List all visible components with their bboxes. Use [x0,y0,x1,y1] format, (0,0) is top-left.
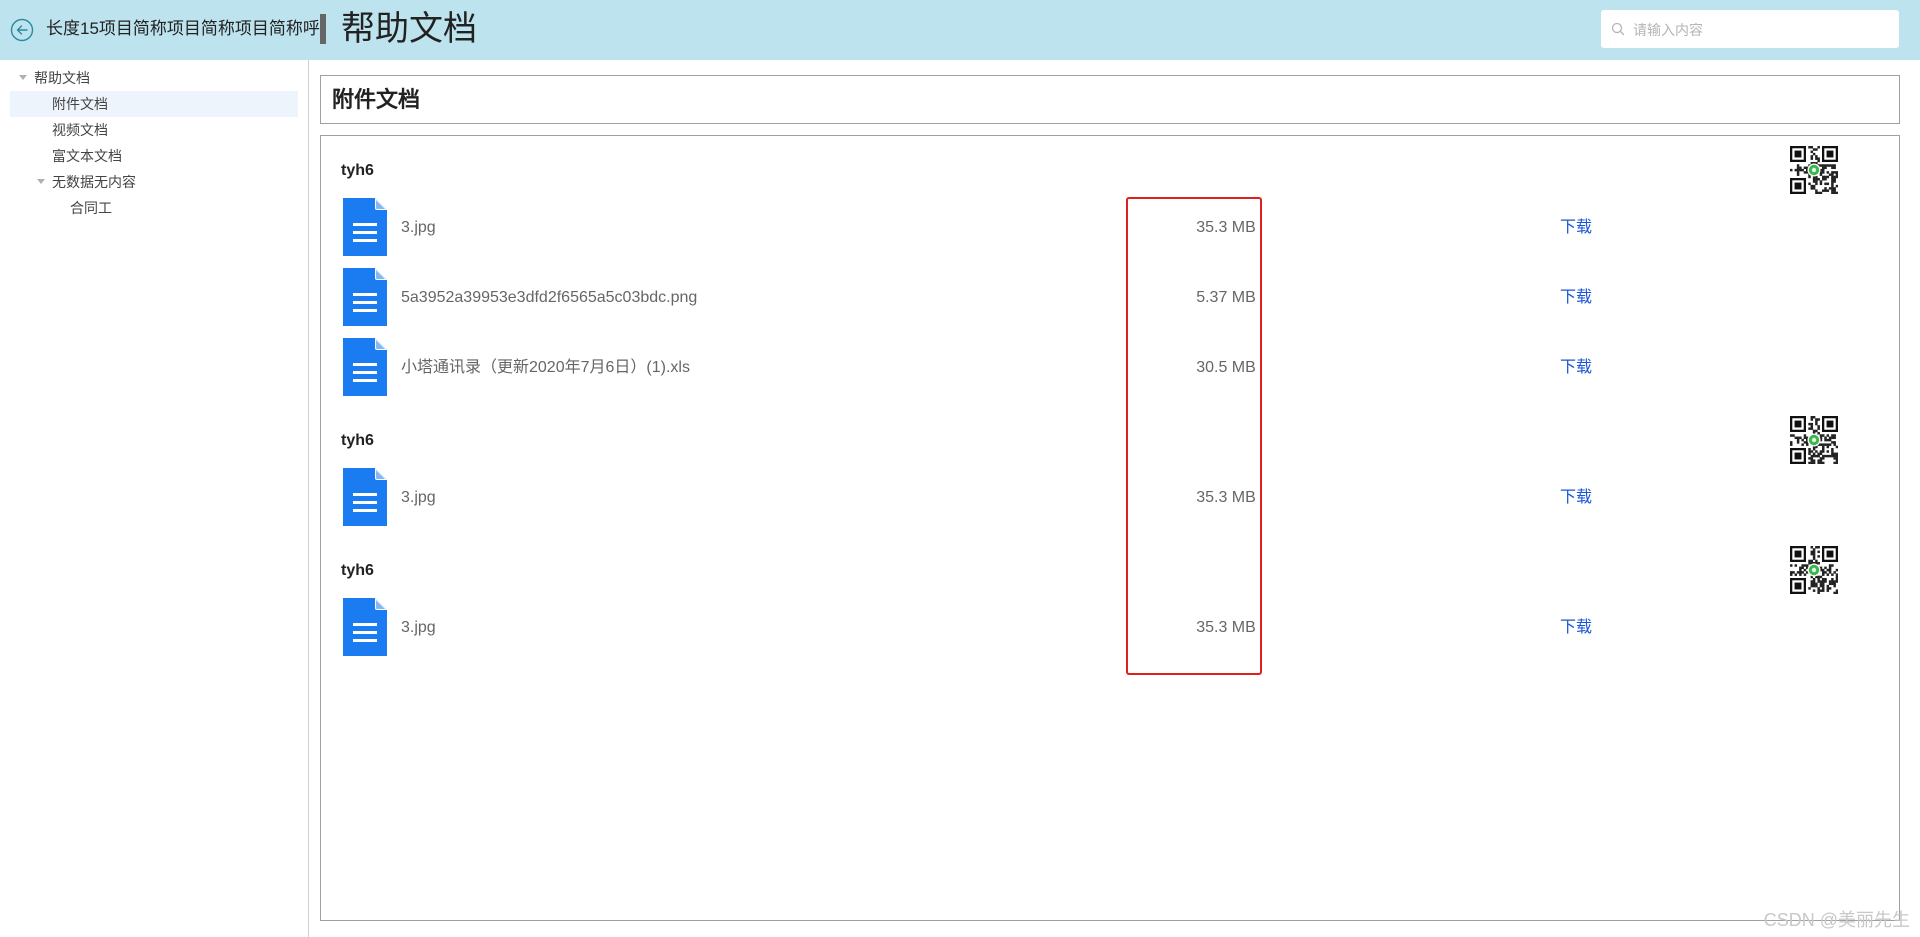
download-link[interactable]: 下载 [1560,218,1592,238]
file-name: 5a3952a39953e3dfd2f6565a5c03bdc.png [401,289,698,306]
tree-node-no-data[interactable]: 无数据无内容 [10,169,298,195]
watermark: CSDN @美丽先生 [1763,910,1910,930]
tree-node-attachments[interactable]: 附件文档 [10,91,298,117]
top-header: 长度15项目简称项目简称项目简称呼 帮助文档 [0,0,1920,60]
page-title: 帮助文档 [341,10,477,48]
document-icon [343,268,387,326]
qr-code-icon[interactable] [1790,546,1839,595]
tree-node-label: 无数据无内容 [52,174,136,190]
download-link[interactable]: 下载 [1560,288,1592,308]
search-input[interactable] [1631,10,1895,50]
group-title: tyh6 [341,162,374,179]
tree-node-label: 附件文档 [52,96,108,112]
project-name: 长度15项目简称项目简称项目简称呼 [46,19,320,38]
search-box[interactable] [1601,10,1899,50]
tree-node-help-docs[interactable]: 帮助文档 [10,65,298,91]
document-icon [343,338,387,396]
section-title: 附件文档 [332,87,421,112]
sidebar-tree: 帮助文档 附件文档 视频文档 富文本文档 无数据无内容 合同工 [0,60,309,937]
search-icon [1611,22,1625,36]
size-column-highlight [1126,197,1262,675]
tree-node-label: 合同工 [70,200,112,216]
file-name: 3.jpg [401,219,436,236]
caret-down-icon[interactable] [19,75,27,80]
document-icon [343,468,387,526]
back-arrow-icon[interactable] [10,18,34,42]
qr-code-icon[interactable] [1790,416,1839,465]
group-title: tyh6 [341,562,374,579]
tree-node-label: 视频文档 [52,122,108,138]
section-header: 附件文档 [320,75,1900,124]
document-icon [343,198,387,256]
tree-node-videos[interactable]: 视频文档 [10,117,298,143]
document-icon [343,598,387,656]
download-link[interactable]: 下载 [1560,488,1592,508]
file-row: 5a3952a39953e3dfd2f6565a5c03bdc.png 5.37… [341,268,1841,328]
caret-down-icon[interactable] [37,179,45,184]
download-link[interactable]: 下载 [1560,358,1592,378]
tree-node-label: 帮助文档 [34,70,90,86]
tree-node-label: 富文本文档 [52,148,122,164]
download-link[interactable]: 下载 [1560,618,1592,638]
file-row: 3.jpg 35.3 MB 下载 [341,198,1841,258]
file-row: 3.jpg 35.3 MB 下载 [341,468,1841,528]
file-name: 小塔通讯录（更新2020年7月6日）(1).xls [401,359,690,376]
group-title: tyh6 [341,432,374,449]
tree-node-contract-worker[interactable]: 合同工 [10,195,298,221]
attachment-list-panel: tyh6 3.jpg 35.3 MB 下载 5a3952a39953e3dfd2… [320,135,1900,921]
title-divider [320,14,326,44]
file-row: 小塔通讯录（更新2020年7月6日）(1).xls 30.5 MB 下载 [341,338,1841,398]
file-name: 3.jpg [401,619,436,636]
tree-node-richtext[interactable]: 富文本文档 [10,143,298,169]
qr-code-icon[interactable] [1790,146,1839,195]
file-name: 3.jpg [401,489,436,506]
file-row: 3.jpg 35.3 MB 下载 [341,598,1841,658]
